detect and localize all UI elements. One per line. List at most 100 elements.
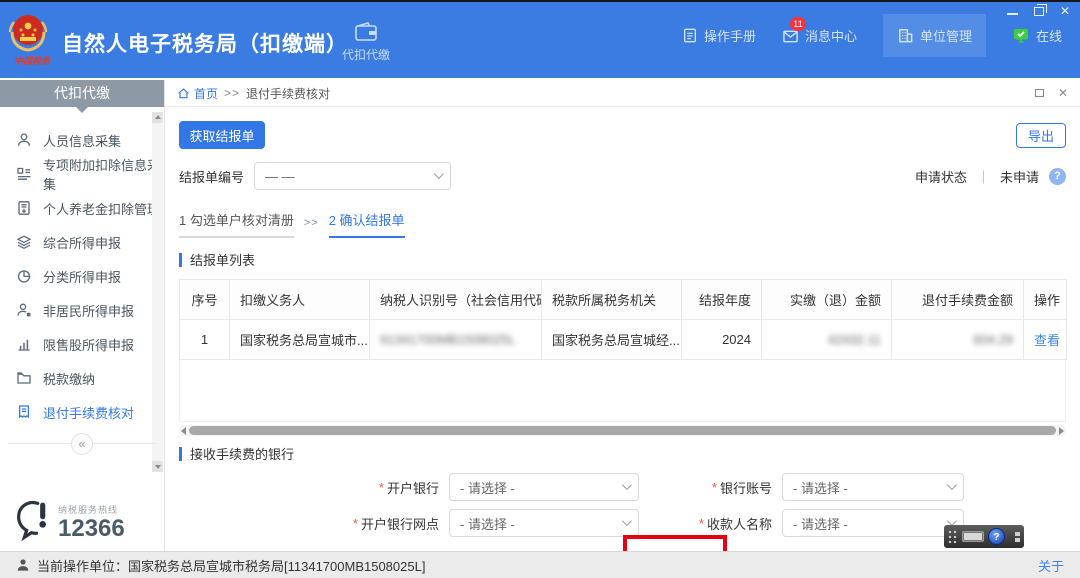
sidebar-item-pension-deduction[interactable]: 个人养老金扣除管理 <box>0 191 164 225</box>
sidebar-item-label: 个人养老金扣除管理 <box>43 199 160 218</box>
sidebar-item-label: 分类所得申报 <box>43 267 121 286</box>
hotline-number: 12366 <box>58 516 125 541</box>
sidebar-item-nonresident-income[interactable]: 非居民所得申报 <box>0 293 164 327</box>
app-header: ✕ 中国税务 自然人电子税务局（扣缴端） 代扣代缴 <box>0 0 1080 78</box>
scroll-down-icon[interactable] <box>152 461 163 472</box>
sidebar-item-label: 限售股所得申报 <box>43 335 134 354</box>
window-close-icon[interactable]: ✕ <box>1060 5 1070 17</box>
chevron-down-icon <box>434 169 444 179</box>
bank-account-value: - 请选择 - <box>793 478 848 497</box>
about-link[interactable]: 关于 <box>1038 556 1064 575</box>
fetch-statement-button[interactable]: 获取结报单 <box>179 121 265 149</box>
required-mark: * <box>712 480 717 495</box>
sidebar-divider: « <box>8 443 156 444</box>
sidebar-item-label: 专项附加扣除信息采集 <box>43 155 164 193</box>
sidebar-item-label: 退付手续费核对 <box>43 403 134 422</box>
pane-close-icon[interactable]: ✕ <box>1058 86 1068 100</box>
scroll-up-icon[interactable] <box>152 112 163 123</box>
statement-no-label: 结报单编号 <box>179 167 244 186</box>
breadcrumb: 首页 >> 退付手续费核对 ✕ <box>165 80 1080 107</box>
bar-chart-icon <box>16 336 32 352</box>
chevron-down-icon <box>622 516 632 526</box>
ime-toolbar[interactable]: ? <box>944 525 1024 548</box>
bank-branch-label: 开户银行网点 <box>361 514 439 533</box>
tab-step2-confirm-statement[interactable]: 2 确认结报单 <box>329 210 405 238</box>
col-action: 操作 <box>1024 280 1067 320</box>
breadcrumb-current: 退付手续费核对 <box>246 85 330 102</box>
horizontal-scrollbar[interactable] <box>179 425 1066 436</box>
sidebar-item-comprehensive-income[interactable]: 综合所得申报 <box>0 225 164 259</box>
checklist-icon <box>16 166 32 182</box>
chevron-down-icon <box>947 480 957 490</box>
module-tab-label: 代扣代缴 <box>342 46 390 63</box>
wallet-icon <box>16 370 32 386</box>
window-minimize-icon[interactable] <box>1007 13 1018 15</box>
sidebar-collapse-button[interactable]: « <box>71 433 93 455</box>
scroll-left-icon[interactable] <box>181 427 186 435</box>
sidebar-item-tax-payment[interactable]: 税款缴纳 <box>0 361 164 395</box>
ime-drag-handle[interactable] <box>948 530 958 544</box>
nav-unit-management[interactable]: 单位管理 <box>883 14 986 57</box>
bank-account-select[interactable]: - 请选择 - <box>782 473 964 501</box>
step-tabs: 1 勾选单户核对清册 >> 2 确认结报单 <box>179 210 1066 238</box>
sidebar-item-label: 综合所得申报 <box>43 233 121 252</box>
required-mark: * <box>379 480 384 495</box>
account-bank-select[interactable]: - 请选择 - <box>449 473 639 501</box>
keyboard-icon[interactable] <box>962 531 984 542</box>
wallet-icon <box>354 21 378 43</box>
nav-message-center[interactable]: 11 消息中心 <box>782 26 857 45</box>
nav-online-status[interactable]: 在线 <box>1012 26 1062 45</box>
logo-caption: 中国税务 <box>6 54 58 67</box>
tab-withholding[interactable]: 代扣代缴 <box>330 14 402 70</box>
person-icon <box>16 132 32 148</box>
cell-statement-year: 2024 <box>682 320 762 360</box>
sidebar-item-personnel-info[interactable]: 人员信息采集 <box>0 123 164 157</box>
layers-icon <box>16 234 32 250</box>
scrollbar-thumb[interactable] <box>189 426 1056 435</box>
cell-seq: 1 <box>180 320 230 360</box>
sidebar-item-classified-income[interactable]: 分类所得申报 <box>0 259 164 293</box>
ime-help-icon[interactable]: ? <box>988 528 1005 545</box>
receipt-icon <box>16 404 32 420</box>
statement-table: 序号 扣缴义务人 纳税人识别号（社会信用代码） 税款所属税务机关 结报年度 实缴… <box>179 279 1067 360</box>
status-bar: 当前操作单位：国家税务总局宣城市税务局[11341700MB1508025L] … <box>0 551 1080 578</box>
bank-branch-select[interactable]: - 请选择 - <box>449 509 639 537</box>
sidebar-item-refund-fee-check[interactable]: 退付手续费核对 <box>0 395 164 429</box>
statement-no-select[interactable]: — — <box>254 162 451 190</box>
help-icon[interactable]: ? <box>1049 168 1066 185</box>
section-accent-bar <box>179 447 182 461</box>
export-button[interactable]: 导出 <box>1016 123 1066 148</box>
apply-status-label: 申请状态 <box>915 167 967 186</box>
breadcrumb-home[interactable]: 首页 <box>177 85 218 102</box>
app-title: 自然人电子税务局（扣缴端） <box>62 28 348 58</box>
cell-tax-authority: 国家税务总局宣城经... <box>542 320 682 360</box>
ime-mini-buttons[interactable] <box>1015 532 1020 542</box>
sidebar: 代扣代缴 人员信息采集 专项附加扣除信息采集 个人养老金扣除管理 综合所得申报 … <box>0 80 165 551</box>
sidebar-item-label: 人员信息采集 <box>43 131 121 150</box>
chevron-down-icon <box>622 480 632 490</box>
bank-account-label: 银行账号 <box>720 478 772 497</box>
home-icon <box>177 87 190 100</box>
window-restore-icon[interactable] <box>1034 7 1044 16</box>
nav-unit-label: 单位管理 <box>920 26 972 45</box>
cell-paid-amount: 42432.11 <box>762 320 892 360</box>
bank-branch-value: - 请选择 - <box>460 514 515 533</box>
sidebar-scrollbar[interactable] <box>152 112 163 472</box>
main-panel: 获取结报单 导出 结报单编号 — — 申请状态 ｜ 未申请 ? 1 勾选单户核对… <box>165 107 1080 551</box>
view-link[interactable]: 查看 <box>1034 333 1060 348</box>
pane-maximize-icon[interactable] <box>1035 89 1044 97</box>
pension-doc-icon <box>16 200 32 216</box>
nav-manual[interactable]: 操作手册 <box>682 26 756 45</box>
nav-manual-label: 操作手册 <box>704 26 756 45</box>
hotline-headset-icon <box>14 499 52 541</box>
payee-name-select[interactable]: - 请选择 - <box>782 509 964 537</box>
scroll-right-icon[interactable] <box>1059 427 1064 435</box>
nav-online-label: 在线 <box>1036 26 1062 45</box>
col-withholding-agent: 扣缴义务人 <box>230 280 370 320</box>
hotline-label: 纳税服务热线 <box>58 503 125 516</box>
annotation-highlight-box <box>623 535 727 551</box>
sidebar-item-special-deduction[interactable]: 专项附加扣除信息采集 <box>0 157 164 191</box>
tab-step1-select-checklist[interactable]: 1 勾选单户核对清册 <box>179 210 294 238</box>
sidebar-item-restricted-shares[interactable]: 限售股所得申报 <box>0 327 164 361</box>
col-tax-authority: 税款所属税务机关 <box>542 280 682 320</box>
